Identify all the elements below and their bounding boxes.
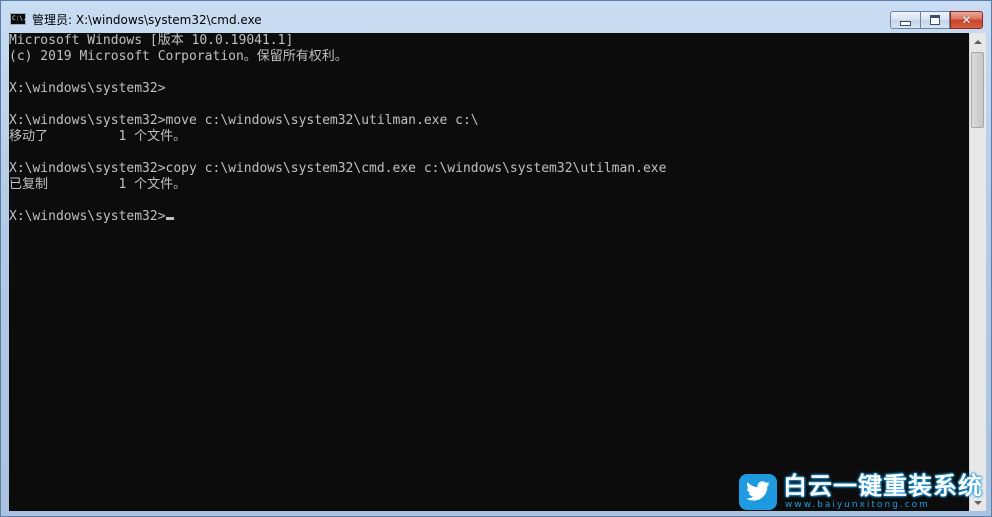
scrollbar-thumb[interactable] [971, 52, 984, 128]
close-button[interactable]: ✕ [950, 11, 983, 29]
caption-buttons: ✕ [890, 11, 983, 29]
cmd-window: C:\. 管理员: X:\windows\system32\cmd.exe ✕ … [0, 0, 992, 517]
console-line: 移动了 1 个文件。 [9, 129, 187, 144]
console-line: 已复制 1 个文件。 [9, 177, 187, 192]
watermark-url: www.baiyunxitong.com [785, 500, 930, 510]
console-lines: Microsoft Windows [版本 10.0.19041.1] (c) … [9, 33, 666, 225]
minimize-icon [900, 20, 911, 26]
maximize-button[interactable] [920, 11, 950, 29]
console-line: (c) 2019 Microsoft Corporation。保留所有权利。 [9, 49, 348, 64]
console-prompt-line[interactable]: X:\windows\system32> [9, 209, 666, 225]
console-line: X:\windows\system32>move c:\windows\syst… [9, 113, 479, 128]
console-line: Microsoft Windows [版本 10.0.19041.1] [9, 33, 294, 48]
vertical-scrollbar[interactable] [969, 33, 986, 511]
window-title: 管理员: X:\windows\system32\cmd.exe [32, 13, 262, 27]
console-line: X:\windows\system32>copy c:\windows\syst… [9, 161, 667, 176]
arrow-up-icon [974, 39, 982, 44]
maximize-icon [930, 15, 940, 25]
cmd-app-icon[interactable]: C:\. [10, 13, 26, 25]
minimize-button[interactable] [890, 11, 920, 29]
watermark-logo: 白云一键重装系统 www.baiyunxitong.com [739, 471, 985, 513]
title-bar[interactable]: C:\. 管理员: X:\windows\system32\cmd.exe ✕ [1, 1, 991, 33]
twitter-bird-icon [739, 474, 777, 510]
text-cursor [165, 217, 174, 220]
console-output[interactable]: Microsoft Windows [版本 10.0.19041.1] (c) … [9, 33, 969, 511]
watermark-title: 白云一键重装系统 [783, 472, 983, 500]
scroll-up-button[interactable] [970, 33, 986, 50]
console-line: X:\windows\system32> [9, 81, 166, 96]
console-prompt: X:\windows\system32> [9, 209, 166, 224]
close-icon: ✕ [961, 13, 972, 27]
